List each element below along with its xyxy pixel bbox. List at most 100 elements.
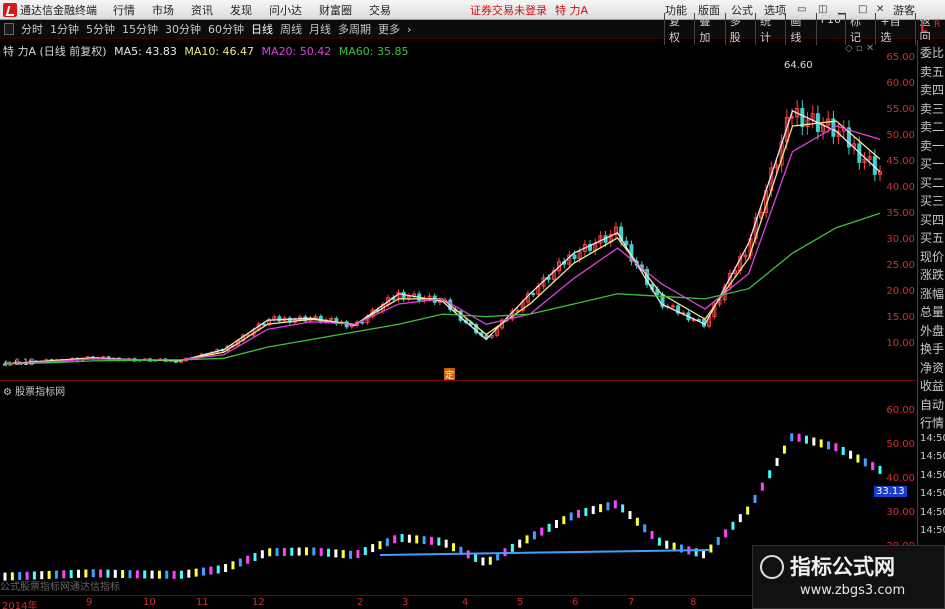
indicator-bar [871,462,875,471]
x-tick: 11 [196,597,209,608]
tab-timeshare[interactable]: 分时 [21,21,43,37]
indicator-bar [444,539,448,548]
badge-r[interactable]: R [934,20,940,30]
price-axis: 65.00 60.00 55.00 50.00 45.00 40.00 35.0… [885,40,917,385]
indicator-bar [77,569,81,578]
legend-title: 特 力A (日线 前复权) [3,45,107,58]
tab-more[interactable]: 更多 [378,21,400,37]
login-notice[interactable]: 证券交易未登录 [470,2,547,18]
panel-divider [0,380,917,381]
tab-monthly[interactable]: 月线 [309,21,331,37]
indicator-bar [385,538,389,547]
tab-daily[interactable]: 日线 [251,21,273,37]
indicator-bar [849,450,853,459]
y-tick: 50.00 [886,439,915,450]
menu-news[interactable]: 资讯 [191,2,213,18]
indicator-bar [569,512,573,521]
indicator-bar [106,569,110,578]
candle-body [360,321,365,324]
indicator-bar [268,548,272,557]
sidepanel-item: 买一 [920,157,945,171]
indicator-bar [84,569,88,578]
indicator-bar [437,537,441,546]
menu-wealth[interactable]: 财富圈 [319,2,352,18]
indicator-bar [290,547,294,556]
watermark-url: www.zbgs3.com [800,583,906,598]
indicator-bar [606,502,610,511]
watermark-title: 指标公式网 [790,555,895,579]
tab-1min[interactable]: 1分钟 [50,21,79,37]
chart-legend: 特 力A (日线 前复权) MA5: 43.83 MA10: 46.47 MA2… [3,43,412,59]
sidepanel-item: 卖四 [920,83,945,97]
indicator-bar [91,569,95,578]
indicator-bar [341,550,345,559]
menu-ask[interactable]: 问小达 [269,2,302,18]
indicator-bar [481,557,485,566]
indicator-bar [621,504,625,513]
x-tick: 12 [252,597,265,608]
sidepanel-item: 买三 [920,194,945,208]
menu-exchange[interactable]: 市场 [152,2,174,18]
indicator-bar [841,446,845,455]
sidepanel-item: 换手 [920,342,945,356]
tab-multi-period[interactable]: 多周期 [338,21,371,37]
close-panel-icon[interactable]: ✕ [866,43,874,54]
x-tick: 2 [357,597,364,608]
nav-arrow-icon[interactable] [4,23,14,35]
sidepanel-item: 净资 [920,360,945,375]
indicator-bar [297,547,301,556]
menu-market[interactable]: 行情 [113,2,135,18]
tab-weekly[interactable]: 周线 [280,21,302,37]
indicator-bar [657,537,661,546]
x-tick: 10 [143,597,156,608]
y-tick: 60.00 [886,78,915,89]
indicator-bar [724,529,728,538]
candle-body [800,108,805,128]
expand-icon[interactable]: ▫ [856,43,863,54]
indicator-bar [415,535,419,544]
app-title: 通达信金融终端 [20,3,97,17]
indicator-bar [194,568,198,577]
tab-15min[interactable]: 15分钟 [122,21,158,37]
candle-group [3,100,882,367]
candle-body [670,305,675,308]
indicator-bar [327,548,331,557]
sidepanel-item: 买四 [920,212,945,227]
sidepanel-item: 14:50 [920,525,945,536]
sidepanel-item: 14:50 [920,451,945,462]
indicator-bar [209,566,213,575]
indicator-bar [121,570,125,579]
badge-l[interactable]: L [920,21,928,35]
indicator-bar [143,570,147,579]
more-chevron-icon[interactable]: › [407,23,411,36]
indicator-bar [650,531,654,540]
menu-discover[interactable]: 发现 [230,2,252,18]
sidepanel-item: 买二 [920,175,945,190]
indicator-bar [474,553,478,562]
indicator-bar [613,500,617,509]
tab-60min[interactable]: 60分钟 [208,21,244,37]
indicator-bar [99,569,103,578]
y-tick: 25.00 [886,260,915,271]
indicator-bar [202,567,206,576]
indicator-bar [665,540,669,549]
sidepanel-item: 总量 [920,305,945,319]
indicator-bar [231,561,235,570]
indicator-bar [393,535,397,544]
indicator-bar [643,524,647,533]
main-kline-chart[interactable] [0,40,885,385]
x-tick: 5 [517,597,524,608]
settings-icon[interactable]: ◇ [845,43,853,54]
tab-30min[interactable]: 30分钟 [165,21,201,37]
indicator-bar [172,570,176,579]
indicator-bar [753,494,757,503]
candle-body [484,334,489,338]
indicator-bar [672,542,676,551]
menu-trade[interactable]: 交易 [369,2,391,18]
x-tick: 9 [86,597,93,608]
y-tick: 40.00 [886,182,915,193]
y-tick: 10.00 [886,338,915,349]
stock-name: 特 力A [555,3,589,17]
tab-5min[interactable]: 5分钟 [86,21,115,37]
indicator-bar [407,534,411,543]
